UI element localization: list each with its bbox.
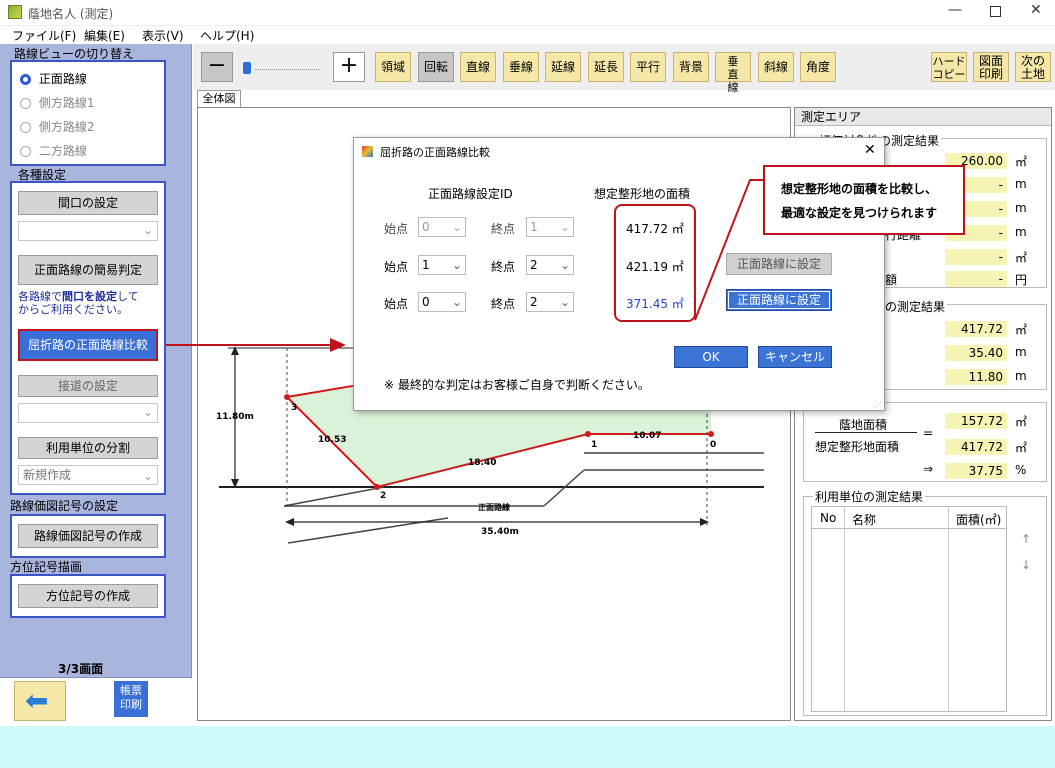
row2-end-label: 終点 <box>491 297 516 311</box>
callout-box: 想定整形地の面積を比較し、 最適な設定を見つけられます <box>763 165 965 235</box>
resize-grip-icon[interactable]: ⋰ <box>874 400 882 409</box>
cancel-button[interactable]: キャンセル <box>758 346 832 368</box>
dialog-app-icon <box>362 146 373 157</box>
dialog-note: ※ 最終的な判定はお客様ご自身で判断ください。 <box>384 378 650 392</box>
row1-end-combo[interactable]: 2 ⌄ <box>526 255 574 275</box>
callout-pointer-line <box>694 179 764 321</box>
row1-end-label: 終点 <box>491 260 516 274</box>
dialog-title: 屈折路の正面路線比較 <box>380 146 490 159</box>
row0-start-label: 始点 <box>384 222 409 236</box>
row1-start-label: 始点 <box>384 260 409 274</box>
row0-start-combo[interactable]: 0 ⌄ <box>418 217 466 237</box>
row2-end-combo[interactable]: 2 ⌄ <box>526 292 574 312</box>
callout-line1: 想定整形地の面積を比較し、 <box>781 182 938 196</box>
row2-start-combo[interactable]: 0 ⌄ <box>418 292 466 312</box>
row2-start-label: 始点 <box>384 297 409 311</box>
row0-end-label: 終点 <box>491 222 516 236</box>
dialog-close-icon[interactable]: ✕ <box>864 142 876 158</box>
row0-end-combo[interactable]: 1 ⌄ <box>526 217 574 237</box>
connector-arrowhead <box>330 338 346 352</box>
ok-button[interactable]: OK <box>674 346 748 368</box>
dialog-titlebar: 屈折路の正面路線比較 ✕ <box>354 138 884 164</box>
callout-pointer <box>694 179 764 321</box>
row1-start-combo[interactable]: 1 ⌄ <box>418 255 466 275</box>
callout-line2: 最適な設定を見つけられます <box>781 206 938 220</box>
dialog-col1-header: 正面路線設定ID <box>428 187 513 201</box>
